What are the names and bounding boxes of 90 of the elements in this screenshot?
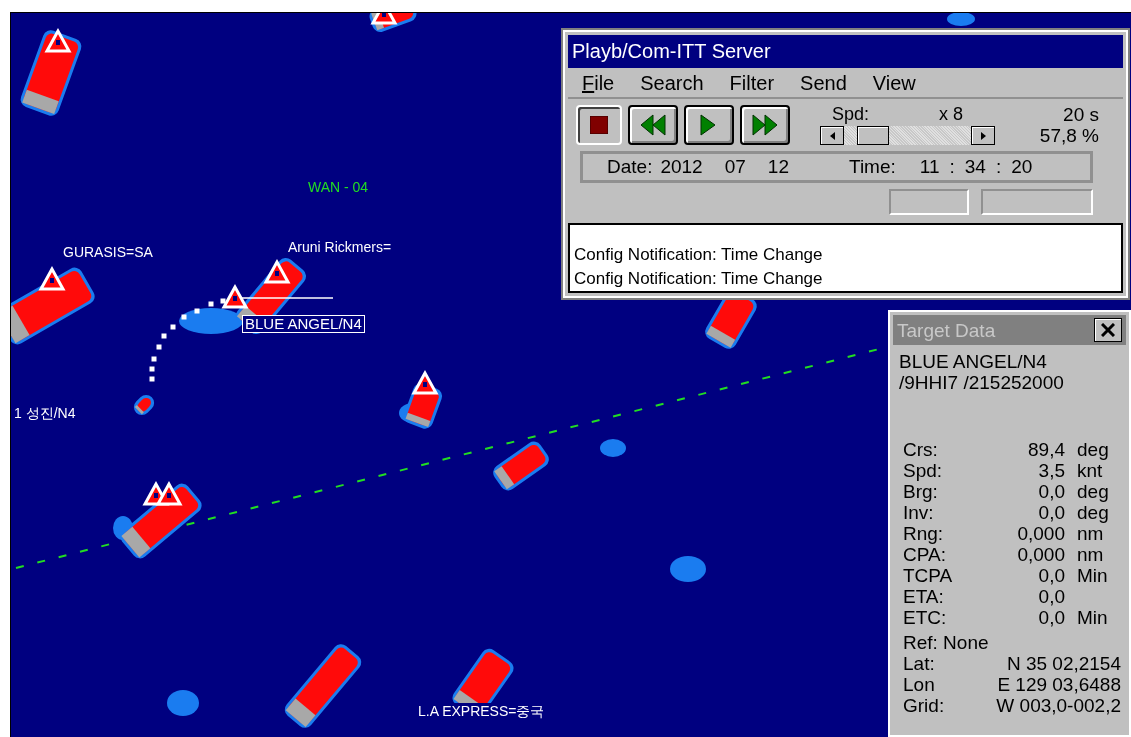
- position-label: Lon: [903, 674, 936, 695]
- stop-icon: [590, 115, 608, 134]
- vessel-label: 1 성진/N4: [14, 405, 76, 421]
- field-value: 0,0: [1037, 586, 1065, 607]
- radar-echo: [670, 556, 706, 582]
- position-value: W 003,0-002,2: [995, 695, 1121, 716]
- right-arrow-icon: [980, 131, 986, 140]
- date-value: 2012: [660, 155, 703, 178]
- close-icon: [1101, 323, 1115, 337]
- field-value: 0,0: [1037, 481, 1065, 502]
- reference-text: Ref: None: [902, 632, 990, 653]
- field-label: Brg:: [903, 481, 939, 502]
- target-icon: [155, 480, 183, 506]
- field-unit: nm: [1077, 523, 1105, 544]
- menu-item[interactable]: Search: [640, 72, 704, 95]
- vessel-label: GURASIS=SA: [63, 244, 153, 260]
- position-value: E 129 03,6488: [996, 674, 1121, 695]
- radar-echo: [167, 690, 199, 716]
- field-value: 0,0: [1037, 565, 1065, 586]
- position-label: Lat:: [903, 653, 936, 674]
- target-name: BLUE ANGEL/N4: [898, 351, 1048, 372]
- rewind-icon: [639, 112, 667, 137]
- speed-value: x 8: [939, 104, 963, 126]
- field-label: CPA:: [903, 544, 947, 565]
- date-value: 07: [724, 155, 746, 178]
- date-value: 12: [767, 155, 789, 178]
- panel-title: Target Data: [897, 319, 996, 341]
- field-label: ETA:: [903, 586, 945, 607]
- vessel-label: BLUE ANGEL/N4: [242, 315, 365, 333]
- field-value: 0,0: [1037, 502, 1065, 523]
- field-value: 0,000: [1016, 544, 1065, 565]
- vessel-label: L.A EXPRESS=중국: [418, 703, 545, 719]
- time-value: 34: [964, 155, 986, 178]
- menu-item[interactable]: Send: [800, 72, 847, 95]
- window-title: Playb/Com-ITT Server: [568, 35, 1123, 68]
- field-value: 3,5: [1037, 460, 1065, 481]
- left-arrow-icon: [829, 131, 835, 140]
- time-label: Time:: [849, 155, 896, 178]
- slider-thumb[interactable]: [856, 126, 889, 146]
- menu-item[interactable]: Filter: [729, 72, 775, 95]
- radar-echo: [179, 308, 243, 334]
- target-icon: [38, 265, 66, 291]
- left-arrow-button[interactable]: [820, 126, 844, 146]
- log-line: Config Notification: Time Change: [574, 244, 824, 266]
- radar-echo: [947, 13, 975, 26]
- position-value: N 35 02,2154: [1005, 653, 1121, 674]
- vessel-label: Aruni Rickmers=: [288, 239, 392, 255]
- target-ids: /9HHI7 /215252000: [898, 372, 1065, 393]
- field-value: 89,4: [1027, 439, 1065, 460]
- zone-label: WAN - 04: [308, 179, 369, 195]
- close-button[interactable]: [1094, 318, 1122, 342]
- field-unit: knt: [1077, 460, 1104, 481]
- field-unit: deg: [1077, 439, 1110, 460]
- stop-button[interactable]: [576, 104, 622, 145]
- target-icon: [263, 258, 291, 284]
- menu-item[interactable]: View: [872, 72, 916, 95]
- right-arrow-button[interactable]: [971, 126, 995, 146]
- field-unit: Min: [1077, 565, 1109, 586]
- field-label: Rng:: [903, 523, 945, 544]
- target-icon: [221, 283, 249, 309]
- percent-value: 57,8 %: [1039, 124, 1099, 146]
- fast-forward-button[interactable]: [740, 104, 790, 145]
- speed-label: Spd:: [832, 104, 870, 126]
- field-label: TCPA: [903, 565, 954, 586]
- interval-value: 20 s: [1063, 103, 1099, 125]
- speed-slider[interactable]: [820, 126, 995, 146]
- field-label: Inv:: [903, 502, 935, 523]
- field-label: ETC:: [903, 607, 948, 628]
- field-value: 0,000: [1016, 523, 1065, 544]
- field-label: Crs:: [903, 439, 939, 460]
- field-value: 0,0: [1037, 607, 1065, 628]
- field-unit: deg: [1077, 481, 1110, 502]
- date-label: Date:: [607, 155, 653, 178]
- target-icon: [44, 27, 72, 53]
- position-label: Grid:: [903, 695, 946, 716]
- fast-forward-icon: [751, 112, 779, 137]
- field-unit: nm: [1077, 544, 1105, 565]
- time-value: 20: [1011, 155, 1033, 178]
- rewind-button[interactable]: [628, 104, 678, 145]
- field-label: Spd:: [903, 460, 944, 481]
- field-unit: deg: [1077, 502, 1110, 523]
- target-icon: [411, 369, 439, 395]
- play-button[interactable]: [684, 104, 734, 145]
- time-value: 11: [919, 155, 940, 178]
- menu-item[interactable]: File: [582, 72, 615, 95]
- radar-echo: [600, 439, 626, 457]
- time-value: :: [995, 155, 1002, 178]
- log-line: Config Notification: Time Change: [574, 268, 824, 290]
- field-unit: Min: [1077, 607, 1109, 628]
- time-value: :: [949, 155, 955, 178]
